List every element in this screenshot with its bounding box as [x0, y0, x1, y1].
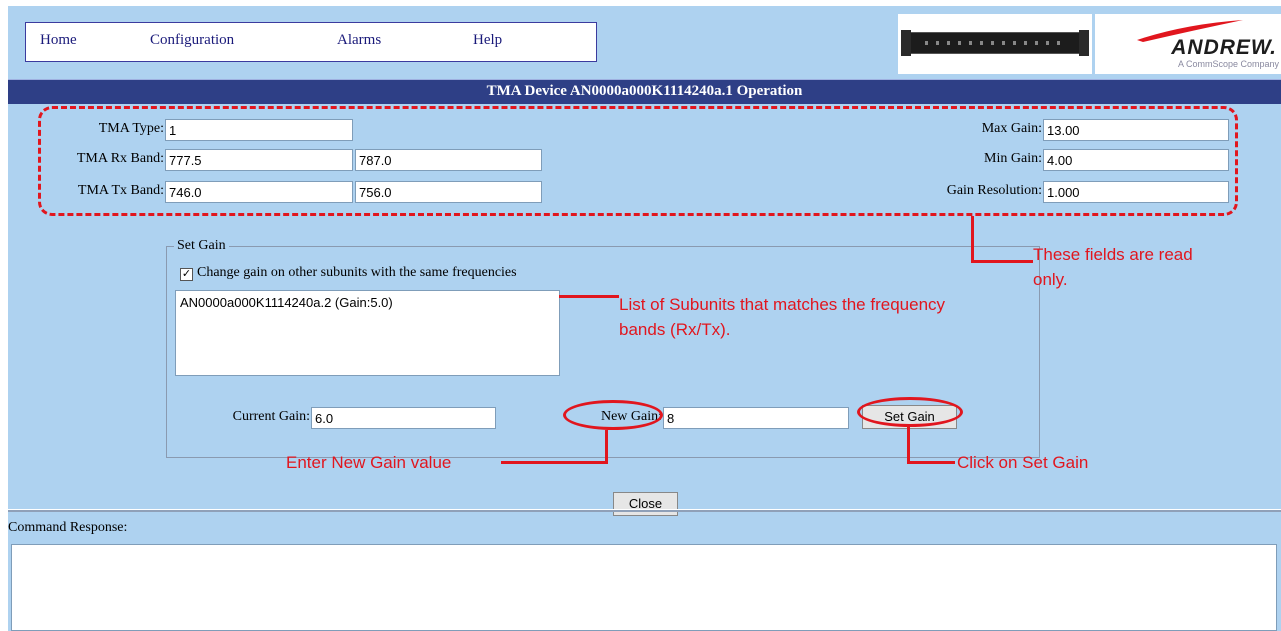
command-response-label: Command Response:	[8, 520, 128, 535]
click-set-gain-annotation: Click on Set Gain	[957, 453, 1089, 472]
new-gain-callout-line	[605, 430, 608, 463]
page-title: TMA Device AN0000a000K1114240a.1 Operati…	[486, 83, 803, 99]
logo-brand-text: ANDREW.	[1171, 36, 1277, 59]
subunits-annotation-line1: List of Subunits that matches the freque…	[619, 295, 946, 314]
nav-help-link[interactable]: Help	[473, 32, 502, 49]
set-gain-legend: Set Gain	[174, 238, 229, 254]
subunits-callout-line	[559, 295, 619, 298]
command-response-box[interactable]	[11, 544, 1277, 631]
change-other-subunits-label: Change gain on other subunits with the s…	[197, 265, 517, 280]
new-gain-input[interactable]	[663, 407, 849, 429]
title-bar: TMA Device AN0000a000K1114240a.1 Operati…	[8, 79, 1281, 104]
nav-home-link[interactable]: Home	[40, 32, 77, 49]
product-image	[898, 14, 1092, 74]
read-only-callout-line	[971, 216, 974, 263]
command-response-divider	[8, 509, 1281, 512]
change-other-subunits-option[interactable]: ✓ Change gain on other subunits with the …	[180, 265, 517, 281]
set-gain-callout-line	[907, 461, 955, 464]
tma-operation-window: Home Configuration Alarms Help ANDREW. A…	[8, 6, 1281, 631]
set-gain-highlight	[857, 397, 963, 427]
company-logo: ANDREW. A CommScope Company	[1095, 14, 1281, 74]
read-only-annotation: These fields are read only.	[1033, 242, 1193, 292]
read-only-highlight	[38, 106, 1238, 216]
subunits-annotation: List of Subunits that matches the freque…	[619, 292, 945, 342]
nav-configuration-link[interactable]: Configuration	[150, 32, 234, 49]
close-button[interactable]: Close	[613, 492, 678, 516]
current-gain-label: Current Gain:	[232, 409, 310, 424]
set-gain-callout-line	[907, 427, 910, 464]
rack-unit-image	[901, 30, 1089, 56]
nav-bar: Home Configuration Alarms Help	[25, 22, 597, 62]
logo-tagline: A CommScope Company	[1177, 59, 1279, 69]
new-gain-callout-line	[501, 461, 608, 464]
list-item[interactable]: AN0000a000K1114240a.2 (Gain:5.0)	[180, 295, 555, 310]
subunits-annotation-line2: bands (Rx/Tx).	[619, 320, 731, 339]
read-only-annotation-line1: These fields are read	[1033, 245, 1193, 264]
enter-new-gain-annotation: Enter New Gain value	[286, 453, 452, 472]
nav-alarms-link[interactable]: Alarms	[337, 32, 381, 49]
current-gain-field[interactable]	[311, 407, 496, 429]
new-gain-highlight	[563, 400, 663, 430]
read-only-callout-line	[971, 260, 1033, 263]
read-only-annotation-line2: only.	[1033, 270, 1068, 289]
subunits-list[interactable]: AN0000a000K1114240a.2 (Gain:5.0)	[175, 290, 560, 376]
change-other-subunits-checkbox[interactable]: ✓	[180, 268, 193, 281]
